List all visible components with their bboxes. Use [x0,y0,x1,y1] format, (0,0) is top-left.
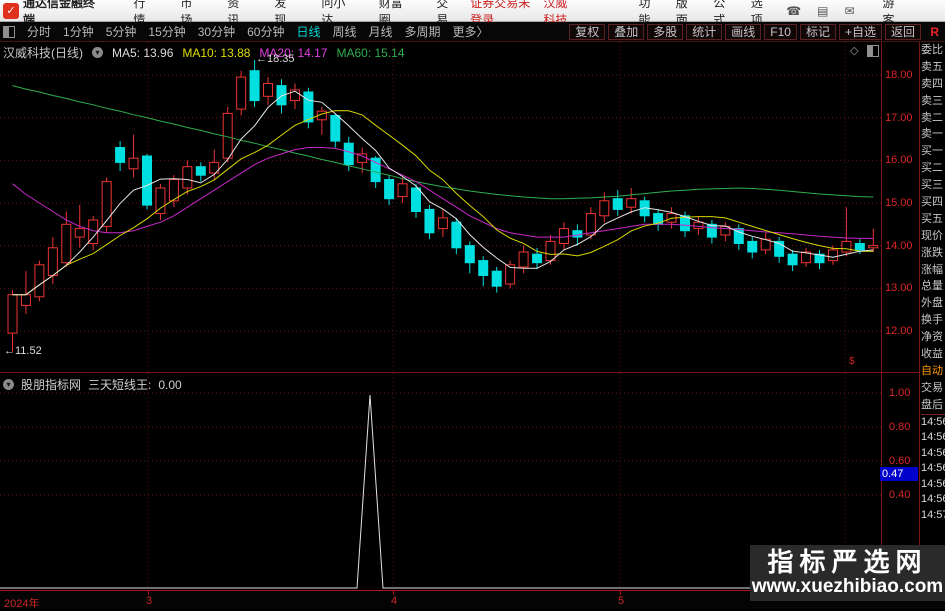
sidebar-label-总量: 总量 [921,280,943,293]
sidebar-label-买一: 买一 [921,145,943,158]
sidebar-label-涨幅: 涨幅 [921,263,943,276]
sidebar-label-自动[interactable]: 自动 [921,363,945,380]
tf-5min[interactable]: 5分钟 [106,23,137,40]
candlestick-chart[interactable] [0,42,945,373]
mail-icon[interactable]: ✉ [844,4,854,18]
sidebar-label-委比: 委比 [921,44,943,56]
mark-button[interactable]: 标记 [799,23,836,40]
sidebar-label-净资: 净资 [921,331,943,344]
ind-tick-060: 0.60 [889,455,911,467]
panel-divider[interactable] [0,372,920,373]
tf-weekly[interactable]: 周线 [332,23,356,40]
cursor-value-badge: 0.47 [880,467,918,481]
tick-time: 14:56 [921,431,945,444]
tf-daily-active[interactable]: 日线 [296,23,320,40]
sidebar-label-交易[interactable]: 交易 [921,380,945,397]
tick-time: 14:56 [921,415,945,428]
sidebar-label-卖三: 卖三 [921,94,943,107]
watermark: 指标严选网 www.xuezhibiao.com [750,545,945,601]
ind-tick-080: 0.80 [889,421,911,433]
sidebar: 委比卖五卖四卖三卖二卖一买一买二买三买四买五现价涨跌涨幅总量外盘换手净资收益自动… [921,42,945,524]
collapse-icon[interactable]: ▾ [92,47,103,58]
back-button[interactable]: 返回 [884,23,921,40]
watermark-title: 指标严选网 [767,547,928,577]
sidebar-label-卖四: 卖四 [921,77,943,90]
sidebar-label-买三: 买三 [921,179,943,192]
tick-time: 14:56 [921,446,945,459]
qr-phone-icon[interactable]: ▤ [817,4,828,18]
time-label-may: 5 [618,595,625,607]
tick-time: 14:56 [921,477,945,490]
sidebar-label-盘后[interactable]: 盘后 [921,397,945,415]
indicator-value: 0.00 [158,377,182,392]
tick-time: 14:56 [921,462,945,475]
high-price-annotation: ←18.35 [256,53,295,65]
overlay-button[interactable]: 叠加 [608,23,645,40]
sidebar-label-涨跌: 涨跌 [921,246,943,259]
ind-tick-100: 1.00 [889,387,911,399]
axis-separator-line [881,42,882,590]
watermark-url: www.xuezhibiao.com [751,576,944,597]
indicator-collapse-icon[interactable]: ▾ [3,379,14,390]
sidebar-label-外盘: 外盘 [921,297,943,310]
sidebar-label-买二: 买二 [921,162,943,175]
indicator-header: ▾ 股朋指标网 三天短线王: 0.00 [3,376,189,393]
sidebar-separator-line [919,42,920,590]
panel-icon[interactable] [867,44,880,57]
sidebar-label-买四: 买四 [921,196,943,209]
ma10-label: MA10: 13.88 [182,45,251,60]
sidebar-label-卖一: 卖一 [921,128,943,141]
tick-time: 14:57 [921,508,945,521]
draw-line-button[interactable]: 画线 [725,23,762,40]
tf-60min[interactable]: 60分钟 [247,23,284,40]
r-badge: R [930,25,939,39]
multi-stock-button[interactable]: 多股 [647,23,684,40]
tf-15min[interactable]: 15分钟 [148,23,185,40]
sidebar-label-卖五: 卖五 [921,60,943,73]
tf-multi-period[interactable]: 多周期 [405,23,441,40]
tf-more[interactable]: 更多〉 [453,23,489,40]
price-tick-16: 16.00 [885,154,913,166]
sidebar-label-卖二: 卖二 [921,111,943,124]
price-tick-18: 18.00 [885,69,913,81]
sidebar-label-换手: 换手 [921,314,943,327]
chart-header: 汉威科技(日线) ▾ MA5: 13.96 MA10: 13.88 MA20: … [3,44,414,61]
ma60-label: MA60: 15.14 [336,45,405,60]
tick-time: 14:56 [921,493,945,506]
ind-tick-040: 0.40 [889,489,911,501]
tf-30min[interactable]: 30分钟 [198,23,235,40]
tdx-logo-icon: ✓ [3,2,19,19]
panel-layout-icon[interactable] [3,25,15,38]
indicator-source: 股朋指标网 [21,378,82,392]
tf-monthly[interactable]: 月线 [369,23,393,40]
price-tick-14: 14.00 [885,240,913,252]
price-tick-15: 15.00 [885,197,913,209]
period-toolbar: 分时 1分钟 5分钟 15分钟 30分钟 60分钟 日线 周线 月线 多周期 更… [0,22,945,42]
adjust-price-button[interactable]: 复权 [569,23,606,40]
f10-button[interactable]: F10 [764,23,797,40]
diamond-tool-icon[interactable]: ◇ [850,44,858,57]
tf-intraday[interactable]: 分时 [27,23,51,40]
tf-1min[interactable]: 1分钟 [63,23,94,40]
time-label-march: 3 [146,595,153,607]
chart-title: 汉威科技(日线) [3,46,83,60]
sidebar-label-现价: 现价 [921,229,943,242]
price-tick-13: 13.00 [885,282,913,294]
top-menu-bar: ✓ 通达信金融终端 行情 市场 资讯 发现 问小达 财富圈 交易 证券交易未登录… [0,0,945,27]
headset-icon[interactable]: ☎ [786,4,801,18]
add-watchlist-button[interactable]: +自选 [838,23,882,40]
price-tick-12: 12.00 [885,325,913,337]
ma5-label: MA5: 13.96 [112,45,174,60]
sidebar-label-收益: 收益 [921,348,943,361]
statistics-button[interactable]: 统计 [686,23,723,40]
time-label-april: 4 [391,595,398,607]
dollar-marker-icon: $ [849,356,855,367]
low-price-annotation: ←11.52 [4,345,42,357]
sidebar-label-买五: 买五 [921,212,943,225]
price-tick-17: 17.00 [885,112,913,124]
tdx-terminal-window: ✓ 通达信金融终端 行情 市场 资讯 发现 问小达 财富圈 交易 证券交易未登录… [0,0,945,610]
indicator-name: 三天短线王: [88,378,152,392]
